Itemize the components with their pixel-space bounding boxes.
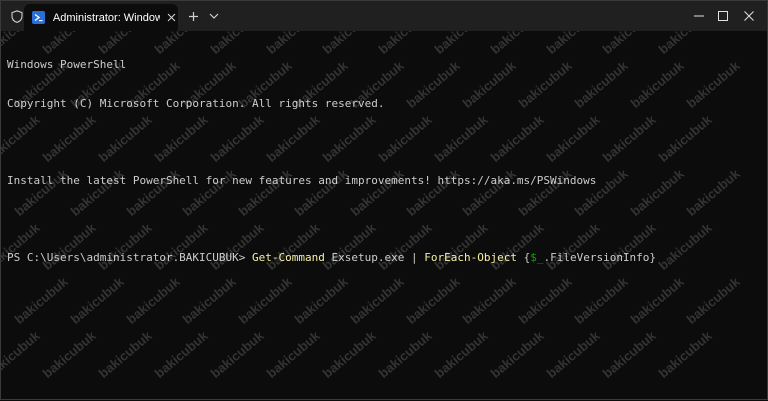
close-icon — [744, 11, 754, 21]
output-line: Copyright (C) Microsoft Corporation. All… — [7, 96, 385, 110]
brace-token: { — [516, 251, 531, 265]
close-window-button[interactable] — [731, 1, 767, 31]
command-line[interactable]: PS C:\Users\administrator.BAKICUBUK> Get… — [7, 251, 763, 265]
prompt: PS C:\Users\administrator.BAKICUBUK> — [7, 251, 253, 265]
output-line: Install the latest PowerShell for new fe… — [7, 173, 597, 187]
tab-powershell[interactable]: Administrator: Windows PowerShell — [24, 4, 178, 31]
terminal-output[interactable]: Windows PowerShell Copyright (C) Microso… — [7, 33, 763, 393]
chevron-down-icon[interactable] — [207, 8, 221, 24]
argument-token: Exsetup.exe | — [324, 251, 425, 265]
variable-token: $_ — [530, 251, 544, 265]
terminal-window: Administrator: Windows PowerShell Window… — [0, 0, 768, 400]
new-tab-button[interactable] — [184, 8, 202, 24]
cmdlet-token: ForEach-Object — [424, 251, 517, 265]
minimize-icon — [694, 15, 704, 17]
title-bar[interactable]: Administrator: Windows PowerShell — [1, 1, 767, 31]
property-token: .FileVersionInfo} — [543, 251, 657, 265]
tab-title: Administrator: Windows PowerShell — [52, 11, 161, 24]
maximize-icon — [718, 11, 728, 21]
powershell-icon — [32, 11, 46, 25]
close-icon[interactable] — [164, 11, 178, 25]
output-line: Windows PowerShell — [7, 57, 127, 71]
cmdlet-token: Get-Command — [252, 251, 325, 265]
plus-icon — [188, 11, 198, 21]
